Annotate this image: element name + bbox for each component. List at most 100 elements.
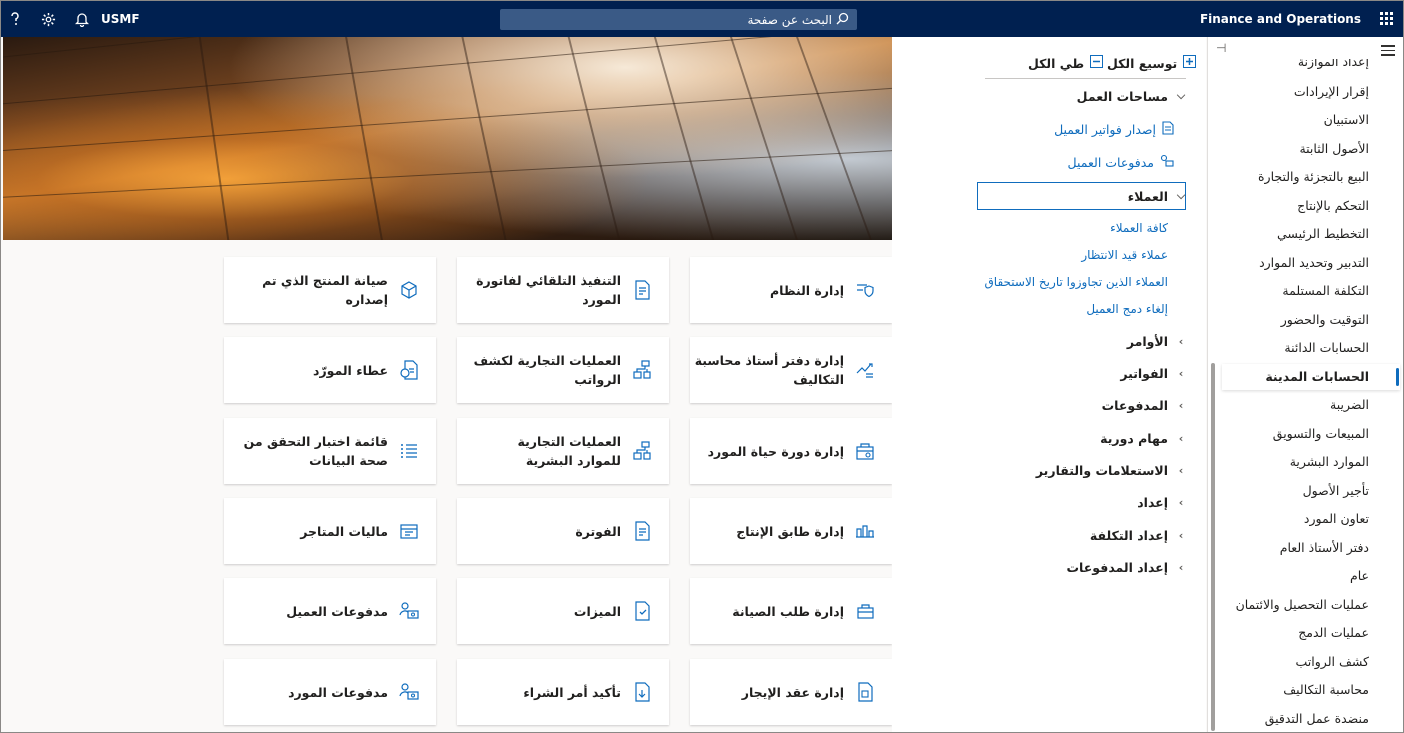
workspace-link-customer-payments[interactable]: مدفوعات العميل — [1068, 150, 1174, 174]
app-title: Finance and Operations — [1199, 12, 1361, 26]
tile-data-validation-checklist[interactable]: قائمة اختبار التحقق من صحة البيانات — [224, 418, 436, 484]
chevron-left-icon: ‹ — [1178, 334, 1184, 348]
nav-item-retail-commerce[interactable]: البيع بالتجزئة والتجارة — [1258, 166, 1369, 188]
nav-item-human-resources[interactable]: الموارد البشرية — [1290, 451, 1369, 473]
link-label: إصدار فواتير العميل — [1054, 121, 1156, 137]
tile-payroll-business-processes[interactable]: العمليات التجارية لكشف الرواتب — [457, 337, 669, 403]
nav-item-general-ledger[interactable]: دفتر الأستاذ العام — [1280, 537, 1369, 559]
shield-icon — [854, 279, 876, 301]
tile-label: إدارة طلب الصيانة — [732, 603, 844, 619]
chart-ledger-icon — [854, 359, 876, 381]
link-customer-unmerge[interactable]: إلغاء دمج العميل — [1086, 298, 1168, 320]
tile-system-administration[interactable]: إدارة النظام — [690, 257, 892, 323]
tile-customer-payments[interactable]: مدفوعات العميل — [224, 578, 436, 644]
nav-item-asset-leasing[interactable]: تأجير الأصول — [1303, 480, 1369, 502]
group-invoices[interactable]: الفواتير ‹ — [1120, 361, 1188, 385]
nav-item-fixed-assets[interactable]: الأصول الثابتة — [1299, 138, 1369, 160]
maintenance-icon — [854, 600, 876, 622]
tile-vendor-payments[interactable]: مدفوعات المورد — [224, 659, 436, 725]
divider — [985, 78, 1186, 79]
tile-purchase-order-confirmation[interactable]: تأكيد أمر الشراء — [457, 659, 669, 725]
nav-item-revenue-recognition[interactable]: إقرار الإيرادات — [1294, 81, 1369, 103]
nav-item-common[interactable]: عام — [1350, 565, 1369, 587]
nav-item-audit-workbench[interactable]: منضدة عمل التدقيق — [1265, 708, 1369, 730]
nav-item-budgeting[interactable]: إعداد الموازنة — [1298, 59, 1369, 73]
customer-payment-icon — [1160, 154, 1174, 171]
nav-item-production-control[interactable]: التحكم بالإنتاج — [1297, 195, 1369, 217]
cube-icon — [398, 279, 420, 301]
search-box[interactable]: البحث عن صفحة — [500, 9, 857, 30]
group-charges-setup[interactable]: إعداد التكلفة ‹ — [1090, 523, 1188, 547]
tile-released-product-maintenance[interactable]: صيانة المنتج الذي تم إصداره — [224, 257, 436, 323]
nav-item-procurement-sourcing[interactable]: التدبير وتحديد الموارد — [1259, 252, 1369, 274]
nav-item-sales-marketing[interactable]: المبيعات والتسويق — [1273, 423, 1369, 445]
tile-vendor-lifecycle-management[interactable]: إدارة دورة حياة المورد — [690, 418, 892, 484]
workflow-icon — [631, 359, 653, 381]
tile-hr-business-processes[interactable]: العمليات التجارية للموارد البشرية — [457, 418, 669, 484]
hamburger-menu-icon[interactable] — [1381, 45, 1395, 59]
group-label: مهام دورية — [1100, 430, 1168, 446]
nav-item-credit-collections[interactable]: عمليات التحصيل والائتمان — [1236, 594, 1369, 616]
chevron-down-icon: ⌵ — [1176, 89, 1186, 102]
nav-scrollbar[interactable] — [1211, 363, 1215, 731]
tile-store-financials[interactable]: ماليات المتاجر — [224, 498, 436, 564]
checklist-icon — [398, 440, 420, 462]
nav-item-vendor-collaboration[interactable]: تعاون المورد — [1304, 508, 1369, 530]
group-label: إعداد المدفوعات — [1066, 559, 1169, 575]
tile-label: إدارة النظام — [769, 282, 844, 298]
tile-maintenance-request-management[interactable]: إدارة طلب الصيانة — [690, 578, 892, 644]
tile-vendor-bid[interactable]: عطاء المورّد — [224, 337, 436, 403]
nav-item-consolidations[interactable]: عمليات الدمج — [1298, 622, 1369, 644]
group-payments-setup[interactable]: إعداد المدفوعات ‹ — [1067, 555, 1189, 579]
notification-icon[interactable] — [73, 1, 91, 37]
purchase-order-icon — [631, 681, 653, 703]
workspace-link-customer-invoicing[interactable]: إصدار فواتير العميل — [1054, 117, 1174, 141]
help-icon[interactable] — [7, 1, 23, 37]
link-customers-on-hold[interactable]: عملاء قيد الانتظار — [1081, 244, 1168, 266]
tile-vendor-invoice-automation[interactable]: التنفيذ التلقائي لفاتورة المورد — [457, 257, 669, 323]
nav-item-accounts-payable[interactable]: الحسابات الدائنة — [1284, 337, 1369, 359]
app-window: USMF البحث عن صفحة Finance and Operation… — [0, 0, 1404, 733]
nav-item-payroll[interactable]: كشف الرواتب — [1296, 651, 1369, 673]
expand-icon — [1183, 55, 1197, 71]
nav-item-cost-accounting[interactable]: محاسبة التكاليف — [1283, 679, 1369, 701]
group-label: إعداد التكلفة — [1089, 527, 1168, 543]
nav-item-accounts-receivable[interactable]: الحسابات المدينة — [1265, 366, 1369, 388]
tile-cost-accounting-ledger[interactable]: إدارة دفتر أستاذ محاسبة التكاليف — [690, 337, 892, 403]
collapse-all-button[interactable]: طي الكل — [1028, 53, 1104, 73]
app-launcher-icon[interactable] — [1380, 12, 1394, 26]
settings-icon[interactable] — [39, 1, 57, 37]
features-icon — [631, 600, 653, 622]
group-orders[interactable]: الأوامر ‹ — [1127, 329, 1188, 353]
nav-item-landed-cost[interactable]: التكلفة المستلمة — [1282, 280, 1369, 302]
tile-lease-management[interactable]: إدارة عقد الإيجار — [690, 659, 892, 725]
module-links-panel: طي الكل توسيع الكل مساحات العمل ⌵ إصدار … — [892, 37, 1206, 732]
tile-features[interactable]: الميزات — [457, 578, 669, 644]
company-picker[interactable]: USMF — [101, 1, 140, 37]
link-customers-past-due[interactable]: العملاء الذين تجاوزوا تاريخ الاستحقاق — [984, 271, 1168, 293]
link-all-customers[interactable]: كافة العملاء — [1110, 217, 1168, 239]
group-label: الاستعلامات والتقارير — [1035, 462, 1168, 478]
customer-payment-icon — [398, 600, 420, 622]
tile-label: إدارة طابق الإنتاج — [736, 523, 844, 539]
tile-label: العمليات التجارية للموارد البشرية — [517, 434, 621, 468]
nav-item-master-planning[interactable]: التخطيط الرئيسي — [1277, 223, 1369, 245]
tile-label: الفوترة — [575, 523, 621, 539]
invoice-icon — [1162, 120, 1174, 138]
tile-production-floor-management[interactable]: إدارة طابق الإنتاج — [690, 498, 892, 564]
nav-item-questionnaire[interactable]: الاستبيان — [1324, 109, 1369, 131]
customers-group[interactable]: العملاء ⌵ — [1128, 184, 1188, 208]
expand-all-button[interactable]: توسيع الكل — [1107, 53, 1197, 73]
pin-icon[interactable]: ⊣ — [1216, 41, 1226, 55]
top-bar: USMF البحث عن صفحة Finance and Operation… — [1, 1, 1403, 37]
group-periodic-tasks[interactable]: مهام دورية ‹ — [1100, 426, 1188, 450]
workspaces-group[interactable]: مساحات العمل ⌵ — [1077, 84, 1188, 108]
nav-item-tax[interactable]: الضريبة — [1330, 394, 1369, 416]
group-inquiries-reports[interactable]: الاستعلامات والتقارير ‹ — [1036, 458, 1188, 482]
nav-item-time-attendance[interactable]: التوقيت والحضور — [1281, 309, 1369, 331]
group-payments[interactable]: المدفوعات ‹ — [1102, 393, 1188, 417]
group-setup[interactable]: إعداد ‹ — [1137, 490, 1188, 514]
chevron-left-icon: ‹ — [1178, 528, 1184, 542]
tile-label: إدارة دفتر أستاذ محاسبة التكاليف — [694, 353, 844, 387]
tile-invoicing[interactable]: الفوترة — [457, 498, 669, 564]
